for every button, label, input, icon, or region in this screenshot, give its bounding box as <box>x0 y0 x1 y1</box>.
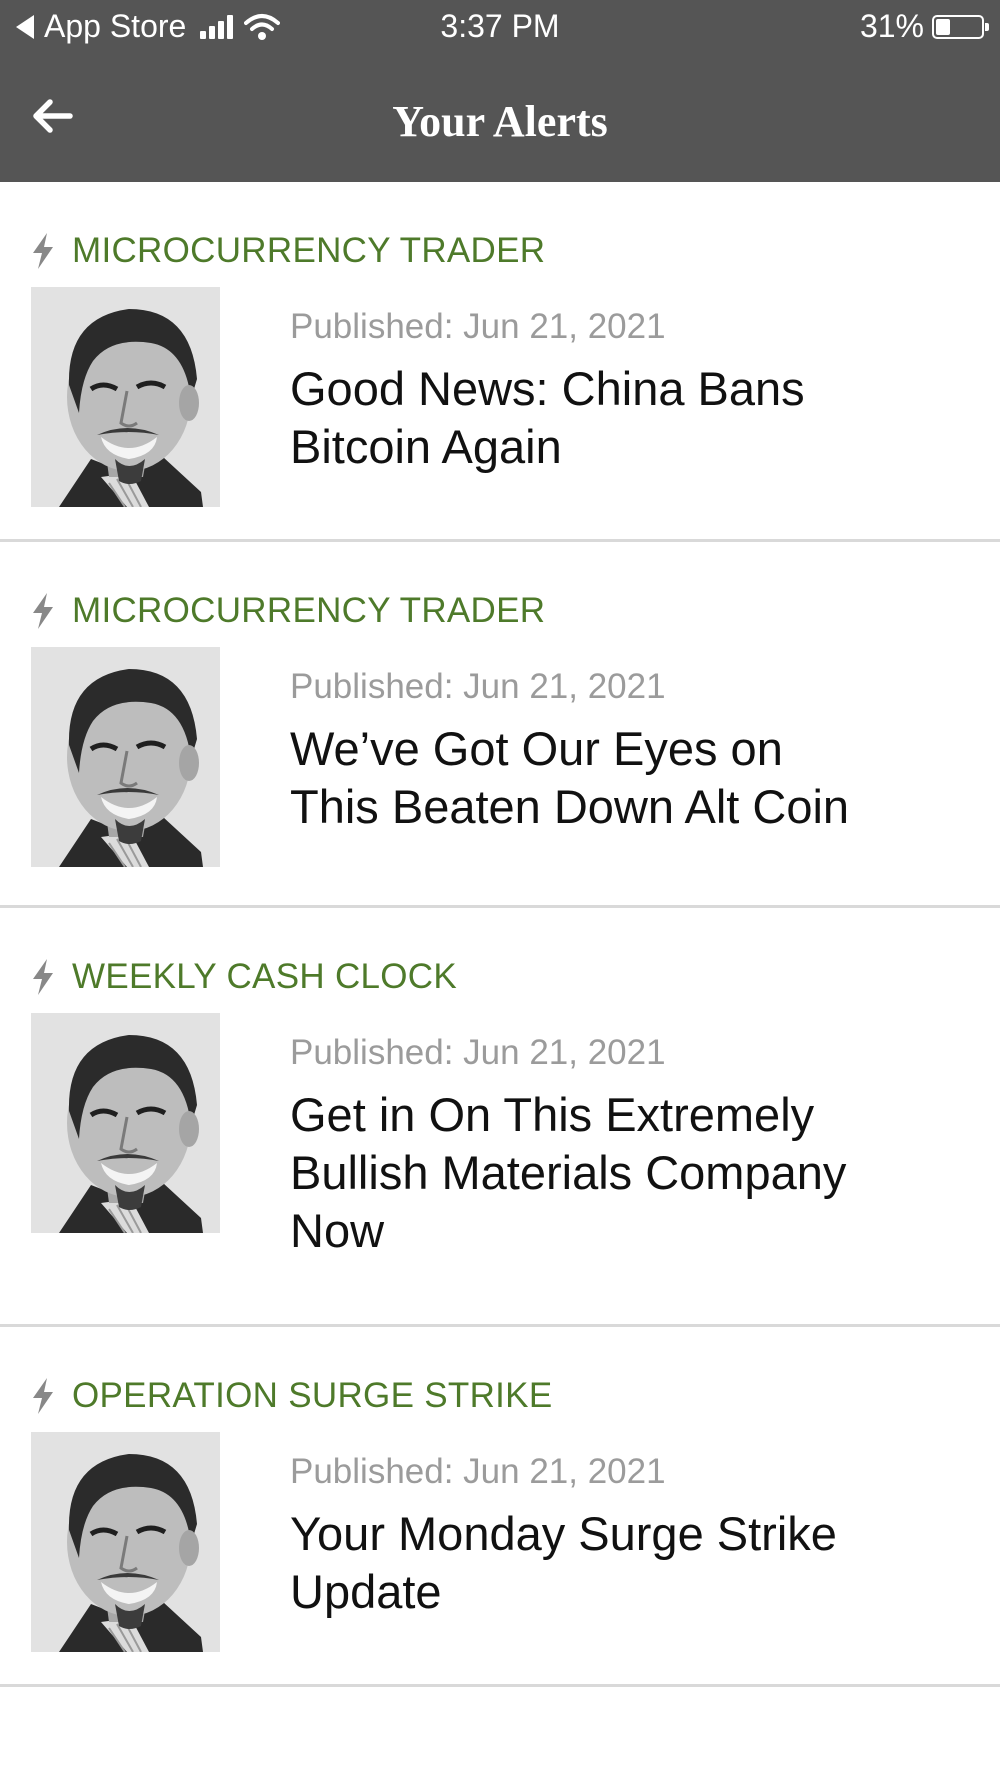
alert-category[interactable]: OPERATION SURGE STRIKE <box>72 1377 552 1415</box>
author-portrait-image <box>31 1432 220 1652</box>
battery-percentage: 31% <box>859 8 924 44</box>
alert-headline[interactable]: We’ve Got Our Eyes on This Beaten Down A… <box>290 720 870 836</box>
author-portrait-image <box>31 647 220 867</box>
author-avatar <box>31 287 220 507</box>
status-time: 3:37 PM <box>440 8 560 44</box>
alert-category[interactable]: WEEKLY CASH CLOCK <box>72 958 457 996</box>
lightning-bolt-icon <box>33 959 53 995</box>
alert-headline[interactable]: Good News: China Bans Bitcoin Again <box>290 360 870 476</box>
battery-nub <box>985 22 989 31</box>
author-avatar <box>31 647 220 867</box>
alert-header: MICROCURRENCY TRADER <box>30 232 545 270</box>
alert-list: MICROCURRENCY TRADER Published: Jun 21, … <box>0 182 1000 1687</box>
alert-published-date: Published: Jun 21, 2021 <box>290 1033 666 1072</box>
alert-headline[interactable]: Your Monday Surge Strike Update <box>290 1505 870 1621</box>
status-bar: App Store 3:37 PM 31% <box>0 0 1000 56</box>
alert-header: OPERATION SURGE STRIKE <box>30 1377 552 1415</box>
alert-item[interactable]: MICROCURRENCY TRADER Published: Jun 21, … <box>0 182 1000 542</box>
author-portrait-image <box>31 287 220 507</box>
lightning-bolt-icon <box>33 1378 53 1414</box>
alert-category[interactable]: MICROCURRENCY TRADER <box>72 592 545 630</box>
status-bar-right: 31% <box>859 8 989 45</box>
lightning-bolt-icon <box>33 593 53 629</box>
nav-bar: Your Alerts <box>0 56 1000 182</box>
author-avatar <box>31 1432 220 1652</box>
alert-item[interactable]: MICROCURRENCY TRADER Published: Jun 21, … <box>0 542 1000 908</box>
alert-published-date: Published: Jun 21, 2021 <box>290 667 666 706</box>
lightning-bolt-icon <box>33 233 53 269</box>
author-portrait-image <box>31 1013 220 1233</box>
author-avatar <box>31 1013 220 1233</box>
alert-category[interactable]: MICROCURRENCY TRADER <box>72 232 545 270</box>
alert-item[interactable]: OPERATION SURGE STRIKE Published: Jun 21… <box>0 1327 1000 1687</box>
alert-published-date: Published: Jun 21, 2021 <box>290 1452 666 1491</box>
alert-header: MICROCURRENCY TRADER <box>30 592 545 630</box>
battery-fill <box>936 18 950 35</box>
alert-published-date: Published: Jun 21, 2021 <box>290 307 666 346</box>
alert-item[interactable]: WEEKLY CASH CLOCK Published: Jun 21, 202… <box>0 908 1000 1327</box>
alert-headline[interactable]: Get in On This Extremely Bullish Materia… <box>290 1086 870 1260</box>
alert-header: WEEKLY CASH CLOCK <box>30 958 457 996</box>
page-title: Your Alerts <box>392 97 608 146</box>
battery-icon <box>932 14 989 39</box>
